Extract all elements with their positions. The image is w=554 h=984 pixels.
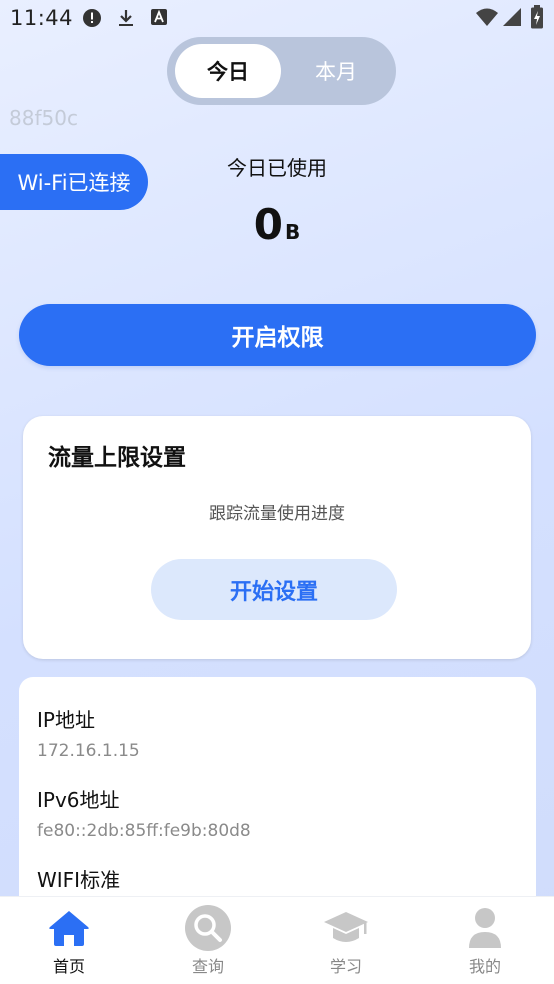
tab-home[interactable]: 首页 <box>19 897 119 984</box>
period-switcher: 今日 本月 <box>167 37 396 105</box>
usage-unit: B <box>284 220 301 244</box>
bottom-tab-bar: 首页 查询 学习 我的 <box>0 896 554 984</box>
limit-card-description: 跟踪流量使用进度 <box>209 504 345 524</box>
usage-title: 今日已使用 <box>227 156 327 180</box>
tab-month[interactable]: 本月 <box>283 44 389 98</box>
tab-home-label: 首页 <box>52 957 85 976</box>
alert-icon <box>83 9 101 27</box>
tab-learn[interactable]: 学习 <box>296 897 396 984</box>
status-bar: 11:44 <box>0 0 554 36</box>
tab-search-label: 查询 <box>191 957 224 976</box>
tab-learn-label: 学习 <box>329 957 362 976</box>
ip-address-value: 172.16.1.15 <box>37 741 140 761</box>
tab-search[interactable]: 查询 <box>158 897 258 984</box>
usage-value: 0B <box>0 200 554 249</box>
ip-address-label: IP地址 <box>37 708 95 732</box>
search-icon <box>183 903 233 953</box>
traffic-limit-card: 流量上限设置 跟踪流量使用进度 开始设置 <box>23 416 531 659</box>
wifi-standard-label: WIFI标准 <box>37 868 121 892</box>
download-icon <box>119 10 133 26</box>
tab-mine[interactable]: 我的 <box>435 897 535 984</box>
ipv6-address-label: IPv6地址 <box>37 788 120 812</box>
tab-today[interactable]: 今日 <box>175 44 281 98</box>
signal-icon <box>503 8 521 26</box>
usage-number: 0 <box>253 200 283 249</box>
start-setup-button[interactable]: 开始设置 <box>151 559 397 620</box>
network-info-card: IP地址 172.16.1.15 IPv6地址 fe80::2db:85ff:f… <box>19 677 536 917</box>
wifi-icon <box>476 8 498 26</box>
battery-icon <box>531 5 543 29</box>
user-icon <box>460 903 510 953</box>
status-time: 11:44 <box>10 6 74 30</box>
ipv6-address-value: fe80::2db:85ff:fe9b:80d8 <box>37 821 251 841</box>
graduation-cap-icon <box>321 903 371 953</box>
home-icon <box>44 903 94 953</box>
debug-code: 88f50c <box>9 106 78 130</box>
a-icon <box>151 9 167 25</box>
enable-permission-button[interactable]: 开启权限 <box>19 304 536 366</box>
tab-mine-label: 我的 <box>468 957 501 976</box>
limit-card-title: 流量上限设置 <box>48 445 186 471</box>
